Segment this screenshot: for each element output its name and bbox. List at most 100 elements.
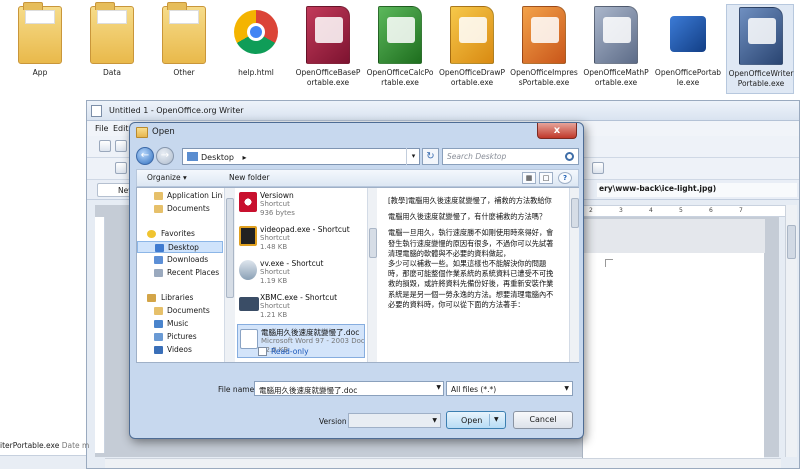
forward-arrow-icon[interactable]: → [156, 147, 174, 165]
desktop-icon-oo-impress[interactable]: OpenOfficeImpressPortable.exe [510, 4, 578, 94]
preview-scrollbar[interactable] [569, 188, 579, 362]
nav-application-links[interactable]: Application Links [137, 190, 223, 202]
file-item[interactable]: XBMC.exe - Shortcut Shortcut 1.21 KB [237, 290, 365, 324]
style-icon[interactable] [115, 162, 127, 174]
cancel-button[interactable]: Cancel [513, 411, 573, 429]
file-item[interactable]: Versiown Shortcut 936 bytes [237, 188, 365, 222]
desktop-icon-help-html[interactable]: help.html [222, 4, 290, 94]
file-name-label: File name: [218, 385, 257, 394]
font-color-icon[interactable] [592, 162, 604, 174]
desktop-icon-label: help.html [238, 68, 274, 77]
file-name-value: 電腦用久後速度就變慢了.doc [259, 386, 358, 395]
status-meta: Date m [61, 441, 90, 450]
nav-documents[interactable]: Documents [137, 203, 223, 215]
text-boundary-corner [605, 259, 613, 267]
dialog-titlebar: Open x [130, 123, 583, 143]
file-size: 1.21 KB [260, 311, 288, 319]
nav-lib-documents[interactable]: Documents [137, 305, 223, 317]
dialog-title: Open [152, 127, 175, 137]
desktop-icon-oo-draw[interactable]: OpenOfficeDrawPortable.exe [438, 4, 506, 94]
writer-vertical-scrollbar[interactable] [785, 205, 797, 457]
folder-icon [18, 2, 62, 64]
file-type-filter[interactable]: All files (*.*) ▼ [446, 381, 573, 396]
downloads-icon [154, 256, 163, 264]
preview-pane-icon[interactable]: □ [539, 172, 553, 184]
menu-edit[interactable]: Edit [113, 124, 129, 133]
writer-horizontal-scrollbar[interactable] [105, 458, 781, 468]
nav-libraries[interactable]: Libraries [137, 292, 223, 304]
openoffice-draw-icon [450, 6, 494, 64]
read-only-label: Read-only [271, 347, 309, 356]
desktop-icon-oo-base[interactable]: OpenOfficeBasePortable.exe [294, 4, 362, 94]
refresh-icon[interactable]: ↻ [422, 148, 439, 165]
help-icon[interactable]: ? [558, 172, 572, 184]
new-folder-button[interactable]: New folder [229, 173, 270, 182]
back-arrow-icon[interactable]: ← [136, 147, 154, 165]
ruler-mark: 2 [589, 207, 593, 214]
desktop-icon-other[interactable]: Other [150, 2, 218, 94]
desktop-icon-oo-portable[interactable]: OpenOfficePortable.exe [654, 4, 722, 94]
nav-label: Application Links [167, 191, 223, 200]
version-select[interactable]: ▼ [348, 413, 441, 428]
file-list-scrollbar[interactable] [367, 188, 377, 362]
desktop-icon-label: OpenOfficeCalcPortable.exe [366, 68, 434, 87]
file-type: Microsoft Word 97 - 2003 Docum... [261, 337, 365, 345]
nav-downloads[interactable]: Downloads [137, 254, 223, 266]
nav-label: Documents [167, 204, 210, 213]
chevron-down-icon[interactable]: ▼ [436, 384, 441, 391]
chevron-down-icon[interactable]: ▼ [564, 385, 569, 392]
navigation-scrollbar[interactable] [225, 188, 235, 362]
nav-pictures[interactable]: Pictures [137, 331, 223, 343]
hyperlink-url-field[interactable]: ery\www-back\ice-light.jpg) [597, 183, 797, 197]
nav-label: Documents [167, 306, 210, 315]
file-item[interactable]: vv.exe - Shortcut Shortcut 1.19 KB [237, 256, 365, 290]
open-button[interactable]: Open ▼ [446, 411, 506, 429]
desktop-icon-oo-math[interactable]: OpenOfficeMathPortable.exe [582, 4, 650, 94]
nav-recent-places[interactable]: Recent Places [137, 267, 223, 279]
writer-titlebar: Untitled 1 - OpenOffice.org Writer [87, 101, 799, 121]
desktop-icon-data[interactable]: Data [78, 2, 146, 94]
organize-button[interactable]: Organize ▾ [147, 173, 187, 182]
nav-desktop[interactable]: Desktop [137, 241, 223, 253]
nav-videos[interactable]: Videos [137, 344, 223, 356]
nav-label: Pictures [167, 332, 197, 341]
file-name-input[interactable]: 電腦用久後速度就變慢了.doc ▼ [254, 381, 444, 396]
desktop-icon-app[interactable]: App [6, 2, 74, 94]
read-only-checkbox[interactable]: Read-only [258, 347, 309, 356]
menu-file[interactable]: File [95, 124, 108, 133]
file-item[interactable]: videopad.exe - Shortcut Shortcut 1.48 KB [237, 222, 365, 256]
document-page[interactable] [582, 219, 765, 459]
view-options-icon[interactable]: ▦ [522, 172, 536, 184]
desktop-icon-oo-calc[interactable]: OpenOfficeCalcPortable.exe [366, 4, 434, 94]
preview-paragraph: 電腦一旦用久，執行速度勝不如剛使用時來得好，會發生執行速度變慢的原因有很多，不過… [388, 228, 554, 258]
desktop-icon [155, 244, 164, 252]
vertical-ruler [95, 217, 105, 453]
dropdown-icon[interactable] [115, 140, 127, 152]
search-input[interactable]: Search Desktop [442, 148, 579, 165]
file-name: vv.exe - Shortcut [260, 259, 324, 268]
close-button[interactable]: x [537, 123, 577, 139]
openoffice-calc-icon [378, 6, 422, 64]
folder-icon [90, 2, 134, 64]
chevron-down-icon[interactable]: ▼ [432, 417, 437, 424]
chevron-right-icon[interactable]: ▸ [243, 153, 247, 162]
checkbox-box[interactable] [258, 347, 267, 356]
address-path: Desktop [201, 153, 234, 162]
nav-label: Videos [167, 345, 192, 354]
address-dropdown-icon[interactable]: ▾ [406, 148, 420, 165]
address-box[interactable]: Desktop ▸ [182, 148, 420, 165]
desktop-icon-oo-writer[interactable]: OpenOfficeWriterPortable.exe [726, 4, 794, 94]
desktop-icon-label: OpenOfficeDrawPortable.exe [438, 68, 506, 87]
nav-music[interactable]: Music [137, 318, 223, 330]
nav-favorites[interactable]: Favorites [137, 228, 223, 240]
xbmc-icon [239, 297, 259, 311]
ruler-mark: 6 [709, 207, 713, 214]
openoffice-portable-icon [670, 16, 706, 52]
new-doc-icon[interactable] [99, 140, 111, 152]
chevron-down-icon[interactable]: ▼ [494, 416, 499, 423]
file-type: Shortcut [260, 200, 290, 208]
open-dialog: Open x ← → Desktop ▸ ▾ ↻ Search Desktop … [129, 122, 584, 439]
preview-paragraph: 電腦用久後速度就變慢了，有什麼補救的方法嗎？ [388, 212, 547, 222]
nav-label: Favorites [161, 229, 195, 238]
search-icon[interactable] [565, 152, 574, 161]
